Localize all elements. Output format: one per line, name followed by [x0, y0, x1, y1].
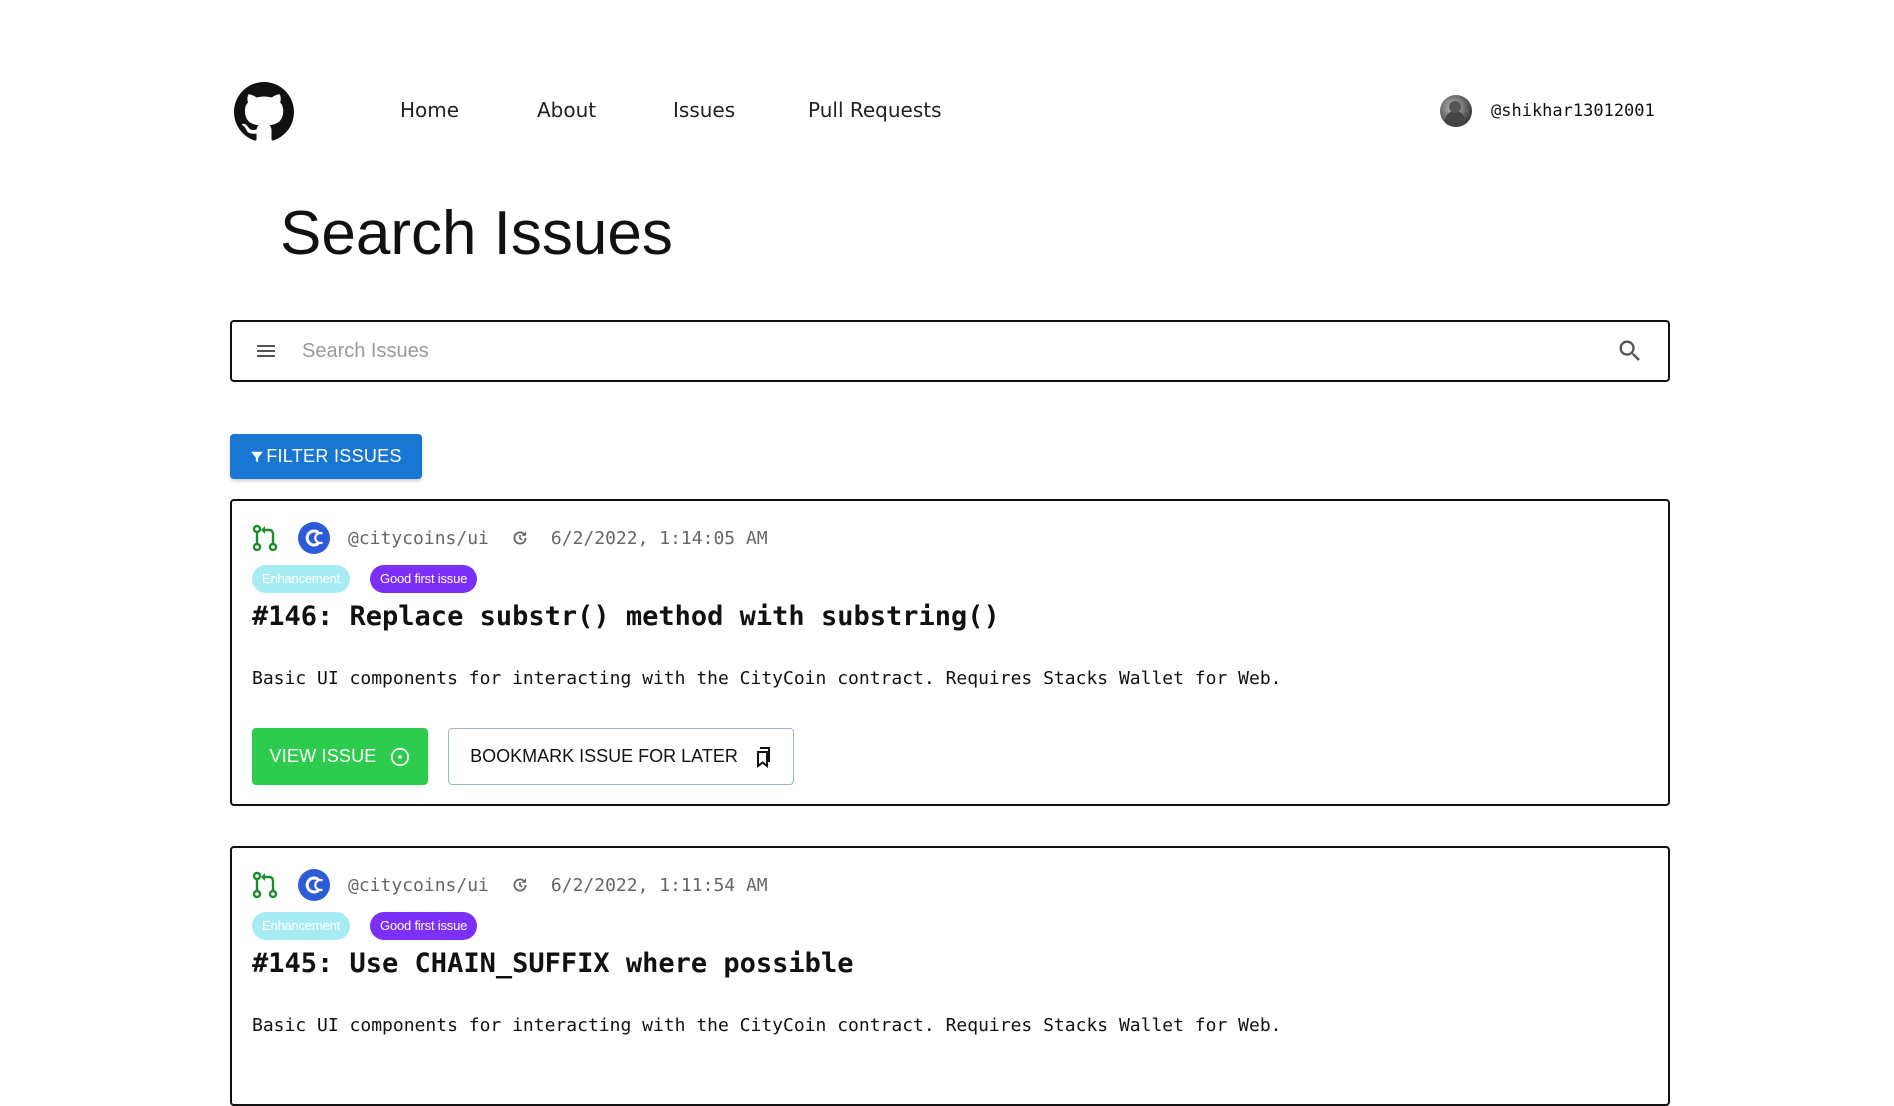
issue-labels: Enhancement Good first issue — [252, 565, 497, 593]
navbar: Home About Issues Pull Requests @shikhar… — [0, 0, 1894, 220]
user-profile[interactable]: @shikhar13012001 — [1440, 94, 1655, 128]
page-title: Search Issues — [280, 199, 673, 268]
issue-meta: @citycoins/ui 6/2/2022, 1:11:54 AM — [252, 868, 768, 902]
filter-issues-button[interactable]: FILTER ISSUES — [230, 434, 422, 479]
issue-date: 6/2/2022, 1:14:05 AM — [550, 527, 768, 549]
issue-card: @citycoins/ui 6/2/2022, 1:11:54 AM Enhan… — [230, 846, 1670, 1106]
bookmark-icon — [756, 746, 770, 768]
filter-icon — [251, 451, 264, 462]
filter-issues-label: FILTER ISSUES — [266, 446, 402, 466]
repo-name[interactable]: @citycoins/ui — [348, 875, 489, 896]
nav-home[interactable]: Home — [400, 98, 459, 122]
username: @shikhar13012001 — [1491, 101, 1655, 121]
nav-pull-requests[interactable]: Pull Requests — [808, 98, 942, 122]
pull-request-icon — [252, 524, 278, 552]
clock-icon — [511, 876, 529, 894]
github-icon[interactable] — [234, 82, 294, 142]
view-issue-button[interactable]: VIEW ISSUE — [252, 728, 428, 785]
nav-issues[interactable]: Issues — [673, 98, 735, 122]
issue-description: Basic UI components for interacting with… — [252, 1015, 1282, 1036]
label-badge: Enhancement — [252, 912, 351, 940]
issue-date: 6/2/2022, 1:11:54 AM — [550, 874, 768, 896]
issue-title: #146: Replace substr() method with subst… — [252, 601, 1000, 632]
view-issue-label: VIEW ISSUE — [269, 746, 377, 766]
pull-request-icon — [252, 871, 278, 899]
circle-dot-icon — [390, 747, 409, 766]
issue-actions: VIEW ISSUE BOOKMARK ISSUE FOR LATER — [252, 728, 794, 785]
search-input[interactable] — [300, 330, 1604, 372]
label-badge: Good first issue — [370, 912, 478, 940]
label-badge: Enhancement — [252, 565, 351, 593]
repo-name[interactable]: @citycoins/ui — [348, 528, 489, 549]
search-bar — [230, 320, 1670, 382]
menu-icon[interactable] — [254, 339, 278, 363]
issue-labels: Enhancement Good first issue — [252, 912, 497, 940]
nav-about[interactable]: About — [537, 98, 596, 122]
citycoins-icon — [298, 869, 330, 901]
issue-description: Basic UI components for interacting with… — [252, 668, 1282, 689]
avatar[interactable] — [1440, 95, 1472, 127]
bookmark-issue-button[interactable]: BOOKMARK ISSUE FOR LATER — [448, 728, 794, 785]
issue-title: #145: Use CHAIN_SUFFIX where possible — [252, 948, 854, 979]
bookmark-issue-label: BOOKMARK ISSUE FOR LATER — [470, 746, 738, 766]
issue-meta: @citycoins/ui 6/2/2022, 1:14:05 AM — [252, 521, 768, 555]
label-badge: Good first issue — [370, 565, 478, 593]
issue-card: @citycoins/ui 6/2/2022, 1:14:05 AM Enhan… — [230, 499, 1670, 806]
search-icon[interactable] — [1616, 337, 1644, 365]
citycoins-icon — [298, 522, 330, 554]
clock-icon — [511, 529, 529, 547]
